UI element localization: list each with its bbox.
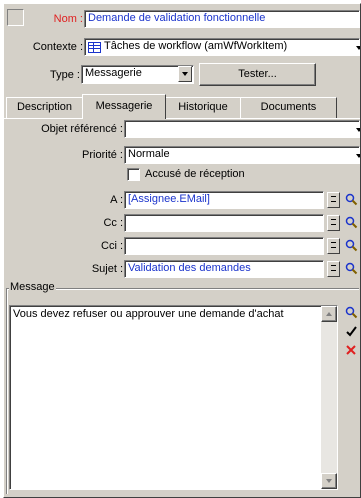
tab-historique[interactable]: Historique bbox=[165, 97, 241, 118]
a-field[interactable]: [Assignee.EMail] bbox=[124, 191, 324, 209]
cci-field[interactable] bbox=[124, 237, 324, 255]
magnifier-icon[interactable] bbox=[344, 239, 358, 253]
message-scrollbar[interactable] bbox=[321, 306, 337, 489]
type-dropdown-button[interactable] bbox=[178, 66, 192, 82]
sujet-field[interactable]: Validation des demandes bbox=[124, 260, 324, 278]
priorite-label: Priorité : bbox=[82, 149, 123, 161]
sujet-value: Validation des demandes bbox=[128, 262, 251, 274]
tester-button-label: Tester... bbox=[238, 68, 277, 80]
checkmark-icon[interactable] bbox=[344, 325, 358, 339]
sujet-label: Sujet : bbox=[91, 263, 123, 275]
tab-messagerie-label: Messagerie bbox=[95, 100, 153, 112]
message-group-label: Message bbox=[9, 281, 56, 293]
tab-description-label: Description bbox=[16, 101, 73, 113]
record-marker-box bbox=[7, 9, 24, 26]
nom-value: Demande de validation fonctionnelle bbox=[88, 12, 266, 24]
tab-description[interactable]: Description bbox=[6, 97, 83, 118]
tester-button[interactable]: Tester... bbox=[199, 63, 316, 86]
priorite-dropdown-arrow[interactable] bbox=[356, 154, 360, 158]
objet-dropdown-arrow[interactable] bbox=[356, 128, 360, 132]
cci-label: Cci : bbox=[101, 240, 123, 252]
accuse-checkbox[interactable] bbox=[127, 168, 140, 181]
type-label: Type : bbox=[50, 69, 80, 81]
priorite-value: Normale bbox=[128, 148, 170, 160]
tab-strip-baseline bbox=[4, 118, 360, 119]
magnifier-icon[interactable] bbox=[344, 193, 358, 207]
a-label: A : bbox=[110, 194, 123, 206]
workflow-action-panel: Nom : Demande de validation fonctionnell… bbox=[3, 3, 361, 498]
magnifier-icon[interactable] bbox=[344, 306, 358, 320]
objet-field[interactable] bbox=[124, 120, 360, 138]
tab-historique-label: Historique bbox=[178, 101, 228, 113]
contexte-label: Contexte : bbox=[32, 41, 83, 53]
magnifier-icon[interactable] bbox=[344, 262, 358, 276]
contexte-dropdown-arrow[interactable] bbox=[356, 46, 360, 50]
accuse-label: Accusé de réception bbox=[145, 168, 245, 180]
priorite-select[interactable]: Normale bbox=[124, 146, 360, 164]
cc-field[interactable] bbox=[124, 214, 324, 232]
cross-icon[interactable] bbox=[344, 344, 358, 358]
cc-spin-button[interactable] bbox=[327, 215, 340, 231]
table-icon bbox=[88, 42, 101, 53]
message-textarea[interactable]: Vous devez refuser ou approuver une dema… bbox=[9, 305, 338, 490]
message-text: Vous devez refuser ou approuver une dema… bbox=[13, 308, 284, 320]
contexte-value: Tâches de workflow (amWfWorkItem) bbox=[104, 40, 288, 52]
magnifier-icon[interactable] bbox=[344, 216, 358, 230]
cci-spin-button[interactable] bbox=[327, 238, 340, 254]
type-value: Messagerie bbox=[85, 67, 142, 79]
scroll-up-button[interactable] bbox=[321, 306, 337, 322]
a-spin-button[interactable] bbox=[327, 192, 340, 208]
tab-documents-label: Documents bbox=[260, 101, 317, 113]
cc-label: Cc : bbox=[103, 217, 123, 229]
scroll-down-button[interactable] bbox=[321, 473, 337, 489]
nom-field[interactable]: Demande de validation fonctionnelle bbox=[84, 10, 360, 28]
sujet-spin-button[interactable] bbox=[327, 261, 340, 277]
objet-label: Objet référencé : bbox=[41, 123, 123, 135]
type-select[interactable]: Messagerie bbox=[81, 65, 194, 84]
a-value: [Assignee.EMail] bbox=[128, 193, 210, 205]
tab-documents[interactable]: Documents bbox=[240, 97, 337, 118]
tab-messagerie[interactable]: Messagerie bbox=[82, 94, 166, 119]
contexte-field[interactable]: Tâches de workflow (amWfWorkItem) bbox=[84, 38, 360, 56]
nom-label: Nom : bbox=[53, 13, 83, 25]
